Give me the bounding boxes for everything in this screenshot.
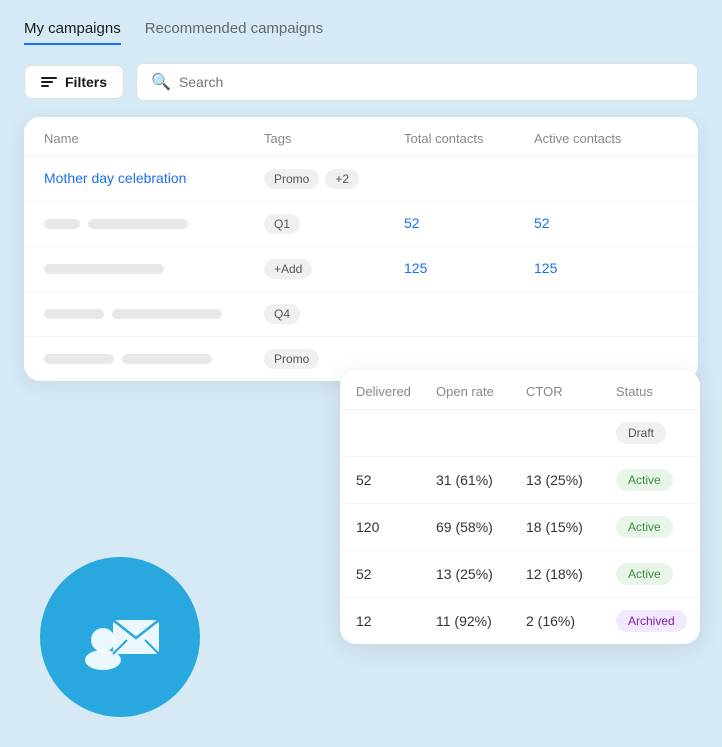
active-contacts-value: 125 [534, 260, 557, 276]
floating-table-row[interactable]: 12 11 (92%) 2 (16%) Archived [340, 598, 700, 644]
campaign-name-placeholder-cell [44, 354, 264, 364]
search-input[interactable] [179, 74, 683, 90]
status-cell: Active [616, 563, 700, 585]
toolbar: Filters 🔍 [24, 63, 698, 101]
delivered-cell: 52 [356, 472, 436, 488]
status-badge: Active [616, 469, 673, 491]
campaign-name-placeholder-cell [44, 219, 264, 229]
delivered-cell: 120 [356, 519, 436, 535]
tab-my-campaigns[interactable]: My campaigns [24, 20, 121, 45]
col-name: Name [44, 131, 264, 146]
tag-chip-add[interactable]: +Add [264, 259, 312, 279]
tag-chip: Promo [264, 349, 319, 369]
floating-stats-card: Delivered Open rate CTOR Status Draft 52… [340, 370, 700, 644]
floating-table-row[interactable]: 52 13 (25%) 12 (18%) Active [340, 551, 700, 598]
floating-table-row[interactable]: 120 69 (58%) 18 (15%) Active [340, 504, 700, 551]
status-cell: Draft [616, 422, 700, 444]
ctor-cell: 18 (15%) [526, 519, 616, 535]
table-row[interactable]: Mother day celebration Promo +2 [24, 157, 698, 202]
col-delivered: Delivered [356, 384, 436, 399]
active-contacts-cell: 52 [534, 215, 664, 233]
open-rate-cell: 13 (25%) [436, 566, 526, 582]
ctor-cell: 13 (25%) [526, 472, 616, 488]
tags-cell: Promo +2 [264, 169, 404, 189]
status-badge: Active [616, 563, 673, 585]
tag-chip: Q1 [264, 214, 300, 234]
email-illustration-svg [75, 602, 165, 672]
tab-recommended-campaigns[interactable]: Recommended campaigns [145, 20, 323, 45]
col-status: Status [616, 384, 700, 399]
status-badge: Active [616, 516, 673, 538]
filters-button[interactable]: Filters [24, 65, 124, 99]
col-active-contacts: Active contacts [534, 131, 664, 146]
col-open-rate: Open rate [436, 384, 526, 399]
filter-icon [41, 77, 57, 87]
campaign-name-placeholder-cell [44, 264, 264, 274]
total-contacts-cell: 125 [404, 260, 534, 278]
status-badge: Draft [616, 422, 666, 444]
table-header-row: Name Tags Total contacts Active contacts [24, 117, 698, 157]
table-row[interactable]: Q4 [24, 292, 698, 337]
campaign-name-cell: Mother day celebration [44, 170, 264, 188]
tag-chip: Q4 [264, 304, 300, 324]
campaign-name-placeholder-cell [44, 309, 264, 319]
table-row[interactable]: +Add 125 125 [24, 247, 698, 292]
active-contacts-value: 52 [534, 215, 550, 231]
tags-cell: Q4 [264, 304, 404, 324]
delivered-cell: 52 [356, 566, 436, 582]
col-ctor: CTOR [526, 384, 616, 399]
ctor-cell: 12 (18%) [526, 566, 616, 582]
delivered-cell: 12 [356, 613, 436, 629]
floating-header-row: Delivered Open rate CTOR Status [340, 370, 700, 410]
status-cell: Active [616, 516, 700, 538]
table-row[interactable]: Q1 52 52 [24, 202, 698, 247]
search-icon: 🔍 [151, 72, 171, 92]
search-box: 🔍 [136, 63, 698, 101]
status-cell: Archived [616, 610, 700, 632]
total-contacts-value: 52 [404, 215, 420, 231]
open-rate-cell: 11 (92%) [436, 613, 526, 629]
col-tags: Tags [264, 131, 404, 146]
tags-cell: Promo [264, 349, 404, 369]
campaigns-table-card: Name Tags Total contacts Active contacts… [24, 117, 698, 381]
open-rate-cell: 31 (61%) [436, 472, 526, 488]
floating-table-row[interactable]: 52 31 (61%) 13 (25%) Active [340, 457, 700, 504]
open-rate-cell: 69 (58%) [436, 519, 526, 535]
tag-chip-extra: +2 [325, 169, 359, 189]
ctor-cell: 2 (16%) [526, 613, 616, 629]
active-contacts-cell: 125 [534, 260, 664, 278]
total-contacts-value: 125 [404, 260, 427, 276]
tags-cell: Q1 [264, 214, 404, 234]
status-badge: Archived [616, 610, 687, 632]
total-contacts-cell: 52 [404, 215, 534, 233]
floating-table-row[interactable]: Draft [340, 410, 700, 457]
tag-chip: Promo [264, 169, 319, 189]
col-total-contacts: Total contacts [404, 131, 534, 146]
email-illustration-circle [40, 557, 200, 717]
tags-cell: +Add [264, 259, 404, 279]
tabs-container: My campaigns Recommended campaigns [24, 20, 698, 45]
status-cell: Active [616, 469, 700, 491]
filters-label: Filters [65, 74, 107, 90]
campaign-name: Mother day celebration [44, 170, 186, 186]
